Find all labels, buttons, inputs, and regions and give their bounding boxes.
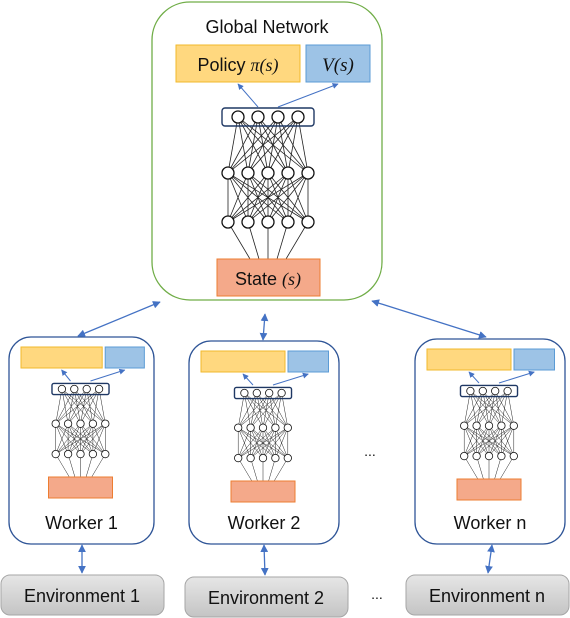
neuron: [63, 419, 73, 428]
neuron: [240, 388, 249, 398]
neuron: [88, 449, 98, 459]
state-input-label: State (s): [235, 269, 301, 290]
neuron: [63, 449, 73, 459]
neuron: [258, 453, 268, 463]
value-output-label: V(s): [322, 55, 354, 76]
worker-n-env-n-arrow: [485, 544, 495, 574]
worker-n-policy-box: [426, 348, 512, 371]
neuron: [101, 449, 110, 459]
worker-n-state-box: [456, 478, 522, 501]
neuron: [291, 110, 305, 124]
environments: Environment 1 Environment 2 Environment …: [0, 574, 570, 618]
environment-2-label: Environment 2: [208, 588, 324, 608]
neuron: [252, 388, 261, 398]
worker-1-value-box: [104, 346, 145, 369]
worker-1: Worker 1: [8, 336, 155, 545]
neuron: [241, 215, 255, 229]
neuron: [70, 384, 79, 394]
worker-2: Worker 2: [188, 340, 340, 545]
worker-2-env-2-arrow: [260, 544, 269, 576]
neuron: [478, 386, 487, 396]
workers-ellipsis: ...: [364, 443, 376, 459]
neuron: [76, 419, 85, 428]
global-worker-n-arrow: [371, 299, 487, 339]
neuron: [509, 451, 518, 461]
neuron: [277, 388, 286, 398]
worker-2-policy-box: [200, 350, 286, 373]
neuron: [76, 449, 85, 459]
neuron: [221, 215, 235, 229]
neuron: [51, 449, 60, 459]
worker-n-value-box: [513, 348, 555, 371]
neuron: [241, 166, 255, 180]
neuron: [509, 421, 518, 430]
neuron: [484, 421, 494, 430]
workers: Worker 1 Worker 2 Worker n: [8, 336, 566, 545]
worker-2-label: Worker 2: [228, 513, 301, 533]
global-worker-2-arrow: [259, 313, 269, 341]
neuron: [281, 166, 295, 180]
worker-1-state-box: [48, 476, 113, 499]
neuron: [234, 423, 243, 432]
neuron: [234, 453, 243, 463]
neuron: [460, 421, 469, 430]
worker-n: Worker n: [414, 338, 566, 545]
worker-1-policy-box: [20, 346, 103, 369]
neuron: [94, 384, 104, 394]
neuron: [258, 423, 268, 432]
neuron: [221, 166, 235, 180]
environments-ellipsis: ...: [371, 586, 383, 602]
worker-n-label: Worker n: [454, 513, 527, 533]
environment-n: Environment n: [405, 574, 570, 616]
neuron: [283, 423, 292, 432]
neuron: [271, 110, 285, 124]
neuron: [271, 423, 280, 432]
environment-1: Environment 1: [0, 574, 165, 616]
neuron: [82, 384, 91, 394]
neuron: [246, 423, 255, 432]
neuron: [57, 384, 67, 394]
neuron: [472, 421, 481, 430]
neuron: [466, 386, 475, 396]
neuron: [246, 453, 255, 463]
neuron: [497, 451, 506, 461]
neuron: [265, 388, 274, 398]
neuron: [271, 453, 280, 463]
neuron: [301, 215, 315, 229]
policy-output-label: Policy π(s): [197, 55, 278, 76]
neuron: [101, 419, 110, 428]
environment-1-label: Environment 1: [24, 586, 140, 606]
neuron: [484, 451, 494, 461]
neuron: [460, 451, 469, 461]
neuron: [503, 386, 512, 396]
worker-2-value-box: [287, 350, 329, 373]
environment-n-label: Environment n: [429, 586, 545, 606]
neuron: [281, 215, 295, 229]
neuron: [491, 386, 500, 396]
neuron: [472, 451, 481, 461]
neuron: [88, 419, 98, 428]
a3c-architecture-diagram: Global Network Policy π(s) V(s) State (s…: [0, 1, 570, 618]
global-network-title: Global Network: [205, 17, 329, 37]
neuron: [261, 215, 275, 229]
worker-1-label: Worker 1: [45, 513, 118, 533]
worker-2-state-box: [230, 480, 296, 503]
neuron: [251, 110, 265, 124]
neuron: [51, 419, 60, 428]
global-worker-1-arrow: [77, 301, 161, 337]
neuron: [231, 110, 245, 124]
neuron: [301, 166, 315, 180]
neuron: [283, 453, 292, 463]
neuron: [497, 421, 506, 430]
neuron: [261, 166, 275, 180]
global-network: Global Network Policy π(s) V(s) State (s…: [151, 1, 383, 301]
environment-2: Environment 2: [184, 576, 349, 618]
